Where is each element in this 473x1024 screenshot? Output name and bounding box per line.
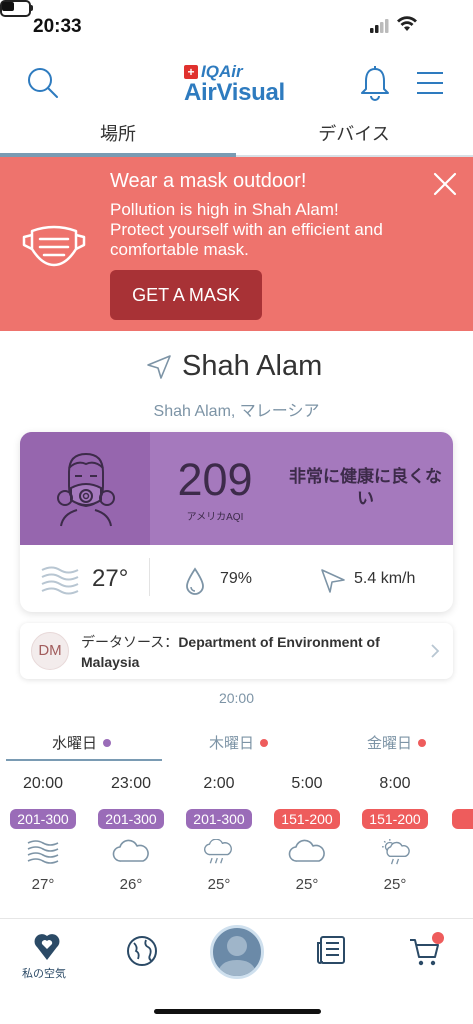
haze-icon [27, 840, 59, 864]
home-indicator [154, 1009, 321, 1014]
face-mask-icon [22, 225, 86, 267]
tab-devices[interactable]: デバイス [236, 118, 472, 158]
bell-icon[interactable] [358, 65, 392, 101]
source-avatar: DM [31, 632, 69, 670]
aqi-range-badge-partial [452, 809, 473, 829]
aqi-value: 209 [177, 454, 253, 505]
forecast-item: 23:00 201-300 26° [92, 775, 170, 893]
day-tab-indicator [6, 759, 162, 761]
sun-rain-icon [382, 839, 410, 865]
forecast-item: 2:00 201-300 25° [180, 775, 258, 893]
chevron-right-icon [431, 644, 440, 658]
status-time: 20:33 [33, 16, 82, 37]
status-bar: 20:33 [0, 0, 473, 56]
aqi-status: 非常に健康に良くない [289, 467, 442, 508]
location-arrow-icon [147, 355, 171, 379]
rain-cloud-icon [204, 838, 232, 864]
forecast-time: 2:00 [203, 775, 235, 792]
forecast-temp: 26° [119, 876, 143, 893]
forecast-time: 5:00 [291, 775, 323, 792]
day-tab-wednesday[interactable]: 水曜日 [52, 732, 112, 753]
banner-line: Pollution is high in Shah Alam! [110, 200, 339, 219]
humidity-value: 79% [220, 570, 253, 587]
forecast-time: 20:00 [22, 775, 64, 792]
forecast-item: 5:00 151-200 25° [268, 775, 346, 893]
aqi-range-badge: 201-300 [10, 809, 76, 829]
swiss-cross-icon: + [184, 65, 198, 79]
hourly-forecast: 20:00 201-300 27° 23:00 201-300 26° 2:00… [0, 775, 473, 920]
day-aqi-dot [418, 738, 427, 747]
temperature-value: 27° [92, 565, 129, 592]
wind-direction-icon [321, 569, 345, 593]
aqi-range-badge: 151-200 [362, 809, 428, 829]
banner-line: Protect yourself with an efficient and [110, 220, 383, 239]
forecast-time: 23:00 [110, 775, 152, 792]
city-name: Shah Alam [182, 350, 323, 382]
city-subtitle: Shah Alam, マレーシア [153, 403, 320, 420]
get-mask-button[interactable]: GET A MASK [110, 270, 262, 320]
profile-avatar[interactable] [210, 925, 264, 979]
banner-line: comfortable mask. [110, 240, 249, 259]
forecast-temp: 27° [31, 876, 55, 893]
aqi-face-panel [20, 432, 150, 545]
aqi-unit-label: アメリカAQI [186, 512, 244, 523]
cloud-icon [288, 839, 325, 862]
heart-location-icon[interactable] [34, 931, 60, 961]
day-aqi-dot [260, 738, 269, 747]
user-silhouette-icon [217, 936, 257, 976]
forecast-temp: 25° [295, 876, 319, 893]
divider [149, 558, 150, 596]
source-prefix: データソース： [81, 634, 179, 650]
aqi-range-badge: 201-300 [98, 809, 164, 829]
aqi-range-badge: 151-200 [274, 809, 340, 829]
tab-bar: 場所 デバイス [0, 118, 473, 158]
update-time: 20:00 [218, 690, 255, 706]
day-label: 水曜日 [52, 735, 98, 752]
news-icon[interactable] [316, 935, 346, 965]
menu-icon[interactable] [416, 71, 444, 95]
aqi-card[interactable]: 209 アメリカAQI 非常に健康に良くない 27° 79% 5.4 km/h [20, 432, 453, 612]
forecast-item: 20:00 201-300 27° [4, 775, 82, 893]
source-text: データソース：Department of Environment of Mala… [81, 632, 421, 672]
cloud-icon [112, 839, 149, 862]
search-icon[interactable] [26, 66, 60, 100]
haze-icon [41, 566, 79, 595]
day-tab-thursday[interactable]: 木曜日 [209, 732, 269, 753]
aqi-panel: 209 アメリカAQI 非常に健康に良くない [20, 432, 453, 545]
day-label: 木曜日 [209, 735, 255, 752]
gas-mask-face-icon [57, 452, 115, 527]
forecast-time: 8:00 [379, 775, 411, 792]
banner-title: Wear a mask outdoor! [110, 170, 307, 192]
day-aqi-dot [103, 738, 112, 747]
day-tab-friday[interactable]: 金曜日 [367, 732, 427, 753]
battery-icon [0, 0, 33, 17]
forecast-item: 8:00 151-200 25° [356, 775, 434, 893]
globe-icon[interactable] [126, 935, 158, 967]
aqi-range-badge: 201-300 [186, 809, 252, 829]
humidity-drop-icon [186, 567, 204, 595]
mask-banner: Wear a mask outdoor! Pollution is high i… [0, 157, 473, 331]
wifi-icon [397, 16, 417, 31]
data-source-card[interactable]: DM データソース：Department of Environment of M… [20, 623, 453, 679]
forecast-temp: 25° [207, 876, 231, 893]
nav-my-air-label[interactable]: 私の空気 [22, 965, 66, 981]
app-logo: AirVisual [184, 79, 285, 106]
banner-message: Pollution is high in Shah Alam! Protect … [110, 200, 430, 260]
close-icon[interactable] [432, 171, 458, 197]
day-label: 金曜日 [367, 735, 413, 752]
cart-notification-dot [432, 932, 444, 944]
signal-icon [370, 19, 389, 33]
forecast-temp: 25° [383, 876, 407, 893]
tab-places[interactable]: 場所 [0, 118, 236, 158]
wind-speed-value: 5.4 km/h [354, 570, 416, 587]
